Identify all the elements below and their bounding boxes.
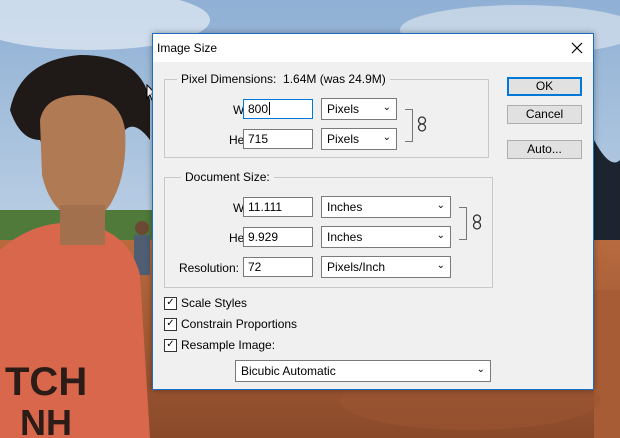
resolution-input[interactable]: 72	[243, 257, 313, 277]
doc-width-unit-select[interactable]: Inches ⌄	[321, 196, 451, 218]
resolution-label: Resolution:	[178, 261, 239, 275]
checkmark-icon: ✓	[164, 317, 177, 331]
chevron-down-icon: ⌄	[476, 364, 485, 375]
shirt-text: TCH	[5, 360, 87, 404]
doc-height-unit-select[interactable]: Inches ⌄	[321, 226, 451, 248]
chevron-down-icon: ⌄	[382, 132, 391, 143]
checkmark-icon: ✓	[164, 296, 177, 310]
resolution-unit-select[interactable]: Pixels/Inch ⌄	[321, 256, 451, 278]
image-size-dialog: Image Size Pixel Dimensions: 1.64M (was …	[152, 33, 594, 390]
ok-button[interactable]: OK	[507, 77, 582, 96]
pixel-height-input[interactable]: 715	[243, 129, 313, 149]
doc-height-input[interactable]: 9.929	[243, 227, 313, 247]
chain-link-icon	[472, 214, 482, 233]
chevron-down-icon: ⌄	[436, 230, 445, 241]
chain-link-icon	[417, 116, 427, 135]
dialog-title: Image Size	[157, 41, 218, 55]
pixel-dimensions-summary: 1.64M (was 24.9M)	[283, 72, 386, 86]
pixel-dimensions-legend: Pixel Dimensions: 1.64M (was 24.9M)	[177, 72, 390, 86]
resample-method-select[interactable]: Bicubic Automatic ⌄	[235, 360, 491, 382]
auto-button[interactable]: Auto...	[507, 140, 582, 159]
pixel-link-bracket	[405, 109, 413, 142]
checkmark-icon: ✓	[164, 338, 177, 352]
document-size-legend: Document Size:	[181, 170, 274, 184]
pixel-height-unit-select[interactable]: Pixels ⌄	[321, 128, 397, 150]
chevron-down-icon: ⌄	[436, 260, 445, 271]
cancel-button[interactable]: Cancel	[507, 105, 582, 124]
title-bar[interactable]: Image Size	[153, 34, 593, 62]
pixel-width-unit-select[interactable]: Pixels ⌄	[321, 98, 397, 120]
chevron-down-icon: ⌄	[436, 200, 445, 211]
shirt-text-2: NH	[20, 402, 72, 438]
doc-link-bracket	[459, 207, 467, 240]
pixel-width-input[interactable]: 800	[243, 99, 313, 119]
constrain-proportions-checkbox[interactable]: ✓ Constrain Proportions	[164, 317, 297, 331]
scale-styles-checkbox[interactable]: ✓ Scale Styles	[164, 296, 247, 310]
doc-width-input[interactable]: 11.111	[243, 197, 313, 217]
resample-image-checkbox[interactable]: ✓ Resample Image:	[164, 338, 275, 352]
chevron-down-icon: ⌄	[382, 102, 391, 113]
close-icon[interactable]	[561, 34, 593, 62]
